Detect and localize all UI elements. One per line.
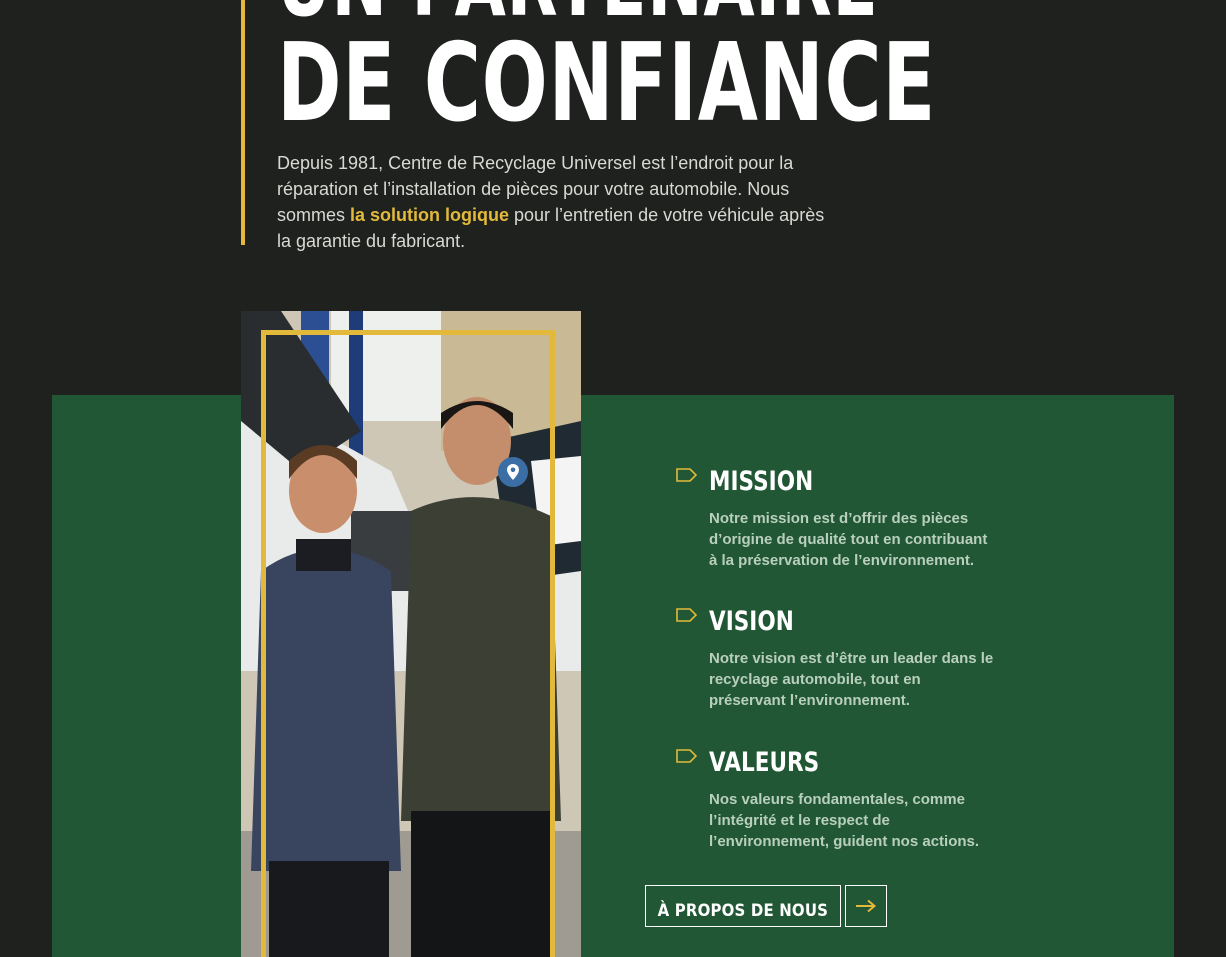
values-section [52, 395, 1174, 957]
accent-bar [241, 0, 245, 245]
photo-frame [261, 330, 555, 957]
mission-title: MISSION [709, 466, 814, 497]
mission-text: Notre mission est d’offrir des pièces d’… [709, 510, 988, 569]
team-photo [241, 311, 581, 957]
values-text: Nos valeurs fondamentales, comme l’intég… [709, 791, 980, 850]
tag-icon [676, 608, 698, 622]
vision-text: Notre vision est d’être un leader dans l… [709, 650, 994, 709]
hero-title-line-2: DE CONFIANCE [277, 21, 937, 146]
arrow-right-icon [856, 899, 877, 913]
tag-icon [676, 468, 698, 482]
about-us-arrow-button[interactable] [845, 885, 887, 927]
values-title: VALEURS [709, 747, 820, 778]
about-us-button[interactable]: À PROPOS DE NOUS [645, 885, 841, 927]
about-us-label: À PROPOS DE NOUS [657, 901, 829, 921]
page: UN PARTENAIRE DE CONFIANCE Depuis 1981, … [0, 0, 1226, 957]
hero-intro-highlight: la solution logique [350, 205, 510, 225]
hero-intro: Depuis 1981, Centre de Recyclage Univers… [277, 150, 837, 254]
vision-title: VISION [709, 606, 794, 637]
tag-icon [676, 749, 698, 763]
location-pin-icon[interactable] [498, 457, 528, 487]
